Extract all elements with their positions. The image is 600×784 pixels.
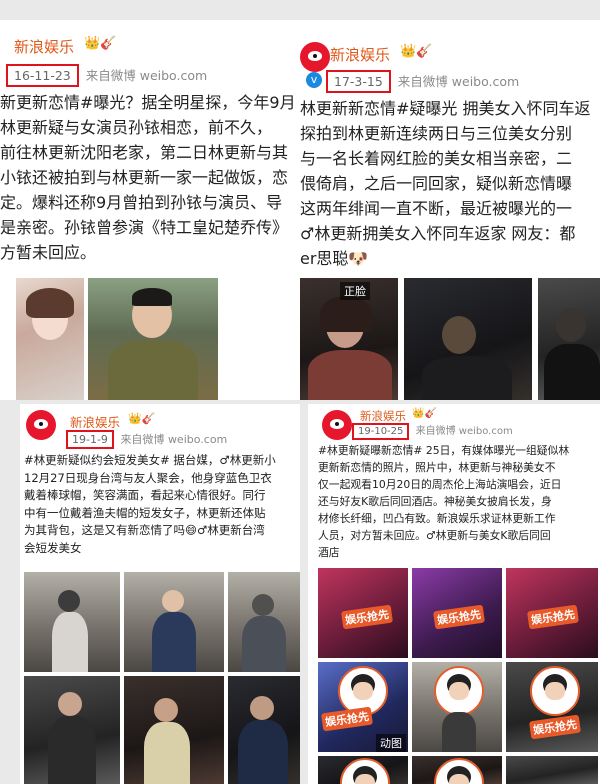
watermark-label: 娱乐抢先 — [320, 706, 374, 732]
source-label: 来自微博 — [85, 68, 136, 83]
post-photo[interactable] — [412, 662, 502, 752]
post-photo[interactable] — [228, 676, 300, 784]
post-line: 戴着棒球帽，笑容满面，看起来心情很好。同行 — [24, 488, 266, 502]
post-photo[interactable]: 娱乐抢先 — [506, 662, 598, 752]
post-line: 林更新疑与女演员孙铱相恋，前不久， — [0, 118, 273, 137]
post-line: 为其背包，这是又有新恋情了吗😄♂林更新台湾 — [24, 523, 265, 537]
post-card-2: 新浪娱乐 👑🎸 v 17-3-15 来自微博 weibo.com 林更新新恋情#… — [300, 20, 600, 400]
post-line: 会短发美女 — [24, 540, 82, 555]
post-photo[interactable] — [318, 756, 408, 784]
post-date[interactable]: 17-3-15 — [326, 70, 391, 93]
watermark-label: 娱乐抢先 — [526, 604, 580, 630]
post-photo[interactable] — [124, 676, 224, 784]
post-line: 材修长纤细，凹凸有致。新浪娱乐求证林更新工作 — [318, 512, 556, 525]
post-date[interactable]: 16-11-23 — [6, 64, 79, 87]
badge-icons: 👑🎸 — [400, 44, 433, 59]
watermark-label: 娱乐抢先 — [432, 604, 486, 630]
post-meta: 19-1-9 来自微博 weibo.com — [66, 430, 227, 449]
post-line: 方暂未回应。 — [0, 243, 97, 262]
post-meta: 17-3-15 来自微博 weibo.com — [326, 70, 519, 93]
watermark-label: 娱乐抢先 — [340, 604, 394, 630]
source-domain: weibo.com — [139, 68, 208, 83]
post-line: 偎倚肩，之后一同回家，疑似新恋情曝 — [300, 174, 573, 193]
avatar-stamp — [434, 666, 484, 716]
post-card-4: 新浪娱乐 👑🎸 19-10-25 来自微博 weibo.com #林更新疑曝新恋… — [308, 404, 600, 784]
post-text: 林更新新恋情#疑曝光 拥美女入怀同车返 探拍到林更新连续两日与三位美女分别 与一… — [300, 96, 600, 271]
source-domain: weibo.com — [451, 74, 520, 89]
post-text: 新更新恋情#曝光？据全明星探，今年9月 林更新疑与女演员孙铱相恋，前不久， 前往… — [0, 90, 300, 265]
post-photo[interactable] — [88, 278, 218, 400]
badge-icons: 👑🎸 — [128, 412, 156, 425]
post-line: 新更新恋情#曝光？据全明星探，今年9月 — [0, 93, 296, 112]
source-domain: weibo.com — [167, 433, 228, 446]
post-line: 是亲密。孙铱曾参演《特工皇妃楚乔传》 — [0, 218, 289, 237]
weibo-logo[interactable] — [322, 410, 352, 440]
source-domain: weibo.com — [458, 426, 513, 437]
post-line: 林更新新恋情#疑曝光 拥美女入怀同车返 — [300, 99, 591, 118]
account-name[interactable]: 新浪娱乐 — [70, 412, 120, 431]
post-line: ♂林更新拥美女入怀同车返家 网友：都 — [300, 224, 576, 243]
post-photo[interactable] — [124, 572, 224, 672]
post-header: 新浪娱乐 👑🎸 16-11-23 来自微博 weibo.com — [0, 20, 300, 87]
source-label: 来自微博 — [120, 433, 165, 446]
post-card-1: 新浪娱乐 👑🎸 16-11-23 来自微博 weibo.com 新更新恋情#曝光… — [0, 20, 300, 400]
post-photo[interactable]: 娱乐抢先 — [412, 568, 502, 658]
post-photo[interactable] — [24, 676, 120, 784]
post-line: 更新新恋情的照片，照片中，林更新与神秘美女不 — [318, 461, 556, 474]
post-photo[interactable]: 娱乐抢先 动图 — [318, 662, 408, 752]
post-line: 前往林更新沈阳老家，第二日林更新与其 — [0, 143, 289, 162]
source-label: 来自微博 — [397, 74, 448, 89]
post-line: 与一名长着网红脸的美女相当亲密，二 — [300, 149, 573, 168]
source-label: 来自微博 — [415, 426, 456, 437]
post-line: 定。爆料还称9月曾拍到孙铱与演员、导 — [0, 193, 283, 212]
post-card-3: 新浪娱乐 👑🎸 19-1-9 来自微博 weibo.com #林更新疑似约会短发… — [20, 404, 300, 784]
post-photo[interactable] — [412, 756, 502, 784]
post-line: 探拍到林更新连续两日与三位美女分别 — [300, 124, 573, 143]
post-meta: 16-11-23 来自微博 weibo.com — [6, 64, 207, 87]
avatar-stamp — [530, 666, 580, 716]
account-name[interactable]: 新浪娱乐 — [330, 44, 390, 65]
post-photo[interactable] — [16, 278, 84, 400]
post-line: 酒店 — [318, 546, 340, 559]
badge-icons: 👑🎸 — [84, 36, 117, 51]
post-line: #林更新疑曝新恋情# 25日，有媒体曝光一组疑似林 — [318, 444, 570, 457]
post-photo[interactable] — [24, 572, 120, 672]
weibo-logo[interactable] — [26, 410, 56, 440]
account-name[interactable]: 新浪娱乐 — [14, 36, 74, 57]
photo-label: 正脸 — [340, 282, 370, 300]
weibo-logo[interactable] — [300, 42, 330, 72]
post-photo[interactable]: 娱乐抢先 — [318, 568, 408, 658]
post-text: #林更新疑曝新恋情# 25日，有媒体曝光一组疑似林 更新新恋情的照片，照片中，林… — [318, 442, 600, 561]
post-line: #林更新疑似约会短发美女# 据台媒，♂林更新小 — [24, 453, 276, 467]
post-photo[interactable] — [506, 756, 598, 784]
avatar-stamp — [434, 758, 484, 784]
post-line: er思聪🐶 — [300, 249, 369, 268]
post-photo[interactable]: 正脸 — [300, 278, 398, 400]
post-line: 还与好友K歌后同回酒店。神秘美女披肩长发，身 — [318, 495, 552, 508]
post-line: 这两年绯闻一直不断，最近被曝光的一 — [300, 199, 573, 218]
post-photo[interactable] — [538, 278, 600, 400]
post-photo[interactable] — [404, 278, 532, 400]
post-line: 人员，对方暂未回应。♂林更新与美女K歌后同回 — [318, 529, 551, 542]
post-date[interactable]: 19-1-9 — [66, 430, 114, 449]
post-line: 小铱还被拍到与林更新一家一起做饭，恋 — [0, 168, 289, 187]
post-date[interactable]: 19-10-25 — [352, 423, 410, 440]
post-line: 中有一位戴着渔夫帽的短发女子，林更新还体贴 — [24, 505, 266, 520]
post-line: 仅一起观看10月20日的周杰伦上海站演唱会，近日 — [318, 478, 562, 491]
post-photo[interactable]: 娱乐抢先 — [506, 568, 598, 658]
watermark-label: 娱乐抢先 — [528, 714, 582, 740]
post-text: #林更新疑似约会短发美女# 据台媒，♂林更新小 12月27日现身台湾与友人聚会，… — [24, 452, 300, 557]
post-line: 12月27日现身台湾与友人聚会，他身穿蓝色卫衣 — [24, 470, 272, 485]
badge-icons: 👑🎸 — [412, 408, 437, 419]
post-meta: 19-10-25 来自微博 weibo.com — [352, 422, 513, 440]
verified-icon: v — [306, 72, 322, 88]
gif-label: 动图 — [376, 734, 406, 752]
avatar-stamp — [340, 758, 390, 784]
post-photo[interactable] — [228, 572, 300, 672]
